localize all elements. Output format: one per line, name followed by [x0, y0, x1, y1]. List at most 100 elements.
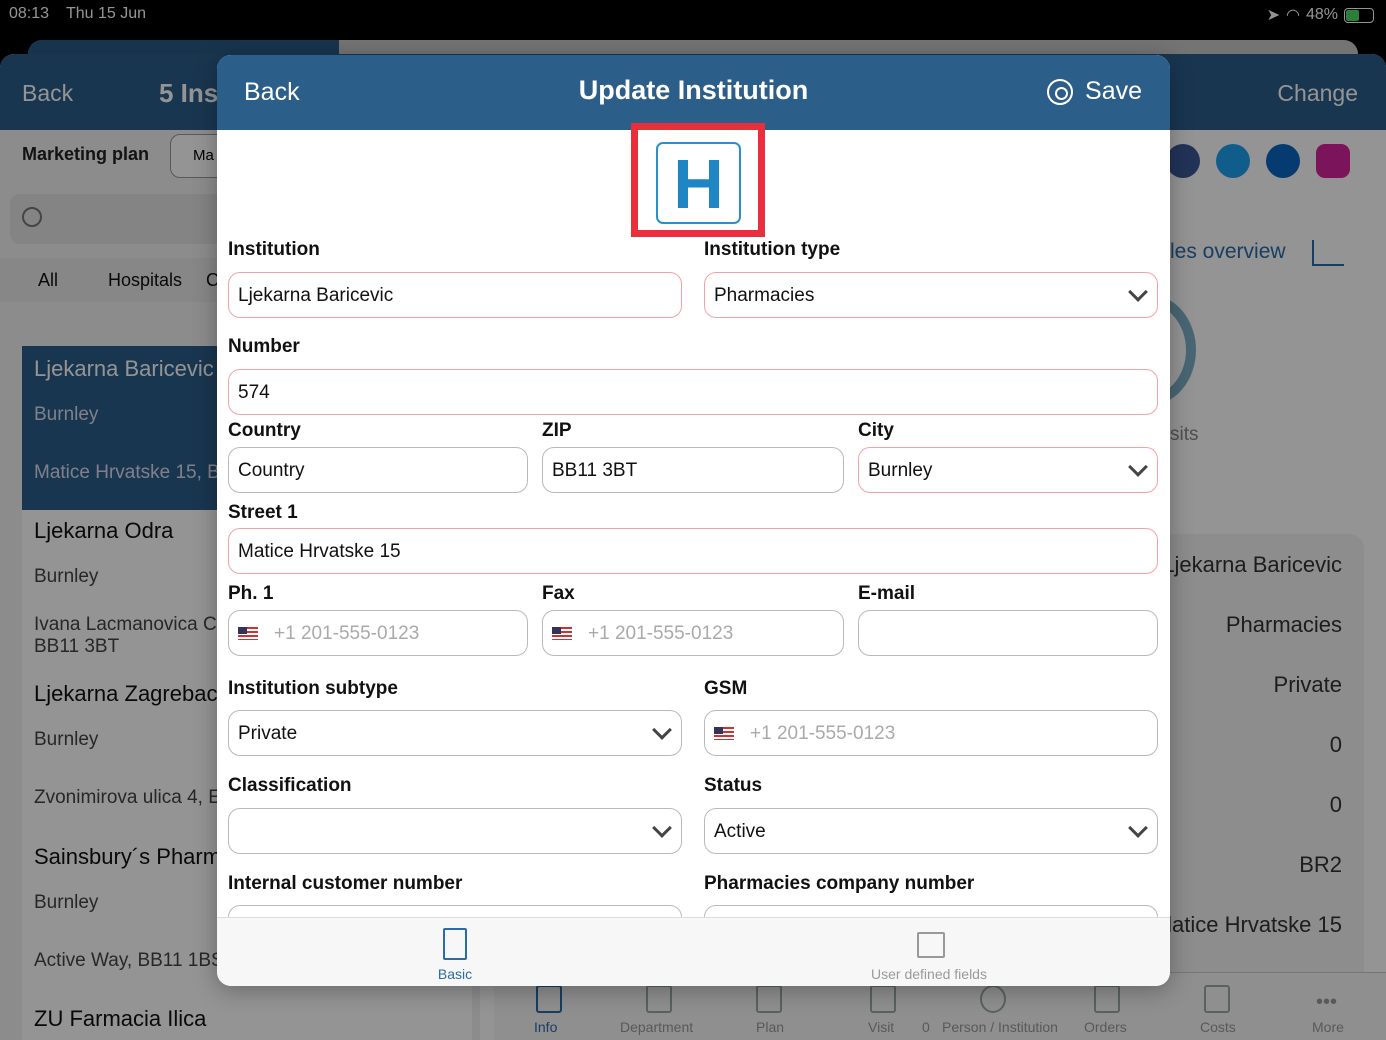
segment-all[interactable]: All	[38, 270, 58, 291]
table-cell: 0	[1329, 792, 1342, 817]
list-item-city: Burnley	[34, 729, 99, 750]
list-item-name[interactable]: Ljekarna Zagrebac	[34, 681, 217, 707]
visit-count: 0	[922, 1019, 930, 1035]
us-flag-icon	[552, 627, 572, 640]
tab-person-institution[interactable]: Person / Institution	[942, 1019, 1058, 1035]
table-cell: Ljekarna Baricevic	[1162, 552, 1342, 577]
subtype-select[interactable]: Private	[228, 710, 682, 756]
city-label: City	[858, 420, 894, 441]
save-button[interactable]: Save	[1047, 77, 1142, 106]
pharmacies-company-number-label: Pharmacies company number	[704, 873, 975, 894]
us-flag-icon	[714, 727, 734, 740]
tab-visit[interactable]: Visit	[868, 1019, 894, 1035]
orders-tab-icon	[1094, 985, 1120, 1013]
fax-placeholder: 201-555-0123	[614, 623, 734, 644]
phone1-placeholder: 201-555-0123	[300, 623, 420, 644]
linkedin-icon[interactable]	[1266, 144, 1300, 178]
screen: 08:13 Thu 15 Jun ➤ ◠ 48% Back 5 Ins Chan…	[0, 0, 1386, 1040]
background-title: 5 Ins	[159, 78, 219, 108]
background-back-button[interactable]: Back	[22, 80, 73, 107]
tab-orders[interactable]: Orders	[1084, 1019, 1127, 1035]
fax-field[interactable]: +1 201-555-0123	[542, 610, 844, 656]
gsm-label: GSM	[704, 678, 748, 699]
zip-label: ZIP	[542, 420, 572, 441]
chevron-down-icon	[1128, 457, 1148, 477]
battery-icon	[1344, 7, 1374, 23]
hospital-icon: H	[656, 142, 741, 224]
twitter-icon[interactable]	[1216, 144, 1250, 178]
tab-basic[interactable]: Basic	[217, 966, 693, 982]
institution-field[interactable]: Ljekarna Baricevic	[228, 272, 682, 318]
status-time: 08:13	[9, 5, 50, 22]
status-select[interactable]: Active	[704, 808, 1158, 854]
segment-hospitals[interactable]: Hospitals	[108, 270, 182, 291]
marketing-plan-label: Marketing plan	[22, 144, 150, 164]
tab-user-defined-fields[interactable]: User defined fields	[693, 966, 1165, 982]
tab-costs[interactable]: Costs	[1200, 1019, 1236, 1035]
sliders-icon	[917, 932, 945, 958]
department-tab-icon	[646, 985, 672, 1013]
classification-select[interactable]	[228, 808, 682, 854]
chevron-down-icon	[1128, 282, 1148, 302]
tab-more[interactable]: More	[1312, 1019, 1344, 1035]
visits-label: sits	[1170, 424, 1199, 445]
table-cell: latice Hrvatske 15	[1167, 912, 1342, 937]
list-item-name[interactable]: Sainsbury´s Pharm	[34, 844, 221, 870]
street1-field[interactable]: Matice Hrvatske 15	[228, 528, 1158, 574]
modal-tab-bar: Basic User defined fields	[217, 917, 1170, 986]
institution-logo-highlight[interactable]: H	[631, 123, 765, 237]
list-item-name[interactable]: Ljekarna Odra	[34, 518, 173, 544]
us-flag-icon	[238, 627, 258, 640]
sales-overview-link[interactable]: les overview	[1170, 240, 1286, 264]
institution-type-value: Pharmacies	[714, 285, 815, 306]
phone1-field[interactable]: +1 201-555-0123	[228, 610, 528, 656]
phone1-label: Ph. 1	[228, 583, 274, 604]
street1-label: Street 1	[228, 502, 298, 523]
table-cell: Pharmacies	[1225, 612, 1342, 637]
plan-tab-icon	[756, 985, 782, 1013]
chevron-down-icon	[652, 720, 672, 740]
list-item-city: Burnley	[34, 404, 99, 425]
subtype-value: Private	[238, 723, 298, 744]
info-tab-icon	[536, 985, 562, 1013]
facebook-icon[interactable]	[1166, 144, 1200, 178]
list-item-city: Burnley	[34, 566, 99, 587]
background-search-input[interactable]	[10, 194, 240, 244]
instagram-icon[interactable]	[1316, 144, 1350, 178]
status-value: Active	[714, 821, 766, 842]
tab-info[interactable]: Info	[534, 1019, 557, 1035]
country-field[interactable]: Country	[228, 447, 528, 493]
costs-tab-icon	[1204, 985, 1230, 1013]
tab-department[interactable]: Department	[620, 1019, 693, 1035]
gsm-prefix: +1	[750, 723, 772, 744]
list-item-name: Ljekarna Baricevic	[34, 356, 214, 381]
fax-prefix: +1	[588, 623, 610, 644]
gsm-placeholder: 201-555-0123	[776, 723, 896, 744]
background-change-button[interactable]: Change	[1277, 80, 1358, 107]
institution-type-label: Institution type	[704, 239, 841, 260]
gsm-field[interactable]: +1 201-555-0123	[704, 710, 1158, 756]
status-label: Status	[704, 775, 763, 796]
list-item-address: Ivana Lacmanovica C	[34, 614, 217, 635]
chevron-down-icon	[652, 818, 672, 838]
status-indicators: ➤ ◠ 48%	[1267, 5, 1374, 25]
modal-title: Update Institution	[578, 75, 809, 105]
battery-percent: 48%	[1305, 6, 1338, 23]
list-item-address: Zvonimirova ulica 4, E	[34, 787, 221, 808]
number-field[interactable]: 574	[228, 369, 1158, 415]
list-item-address: Active Way, BB11 1BS	[34, 950, 224, 971]
city-select[interactable]: Burnley	[858, 447, 1158, 493]
person-tab-icon	[980, 985, 1006, 1013]
institution-type-select[interactable]: Pharmacies	[704, 272, 1158, 318]
list-item-city: Burnley	[34, 892, 99, 913]
list-item-name[interactable]: ZU Farmacia Ilica	[34, 1006, 206, 1032]
search-icon	[22, 207, 42, 227]
email-field[interactable]	[858, 610, 1158, 656]
table-cell: BR2	[1299, 852, 1342, 877]
chart-icon[interactable]	[1312, 240, 1344, 266]
wifi-icon: ◠	[1286, 7, 1300, 24]
chevron-down-icon	[1128, 818, 1148, 838]
zip-field[interactable]: BB11 3BT	[542, 447, 844, 493]
number-label: Number	[228, 336, 300, 357]
tab-plan[interactable]: Plan	[756, 1019, 784, 1035]
